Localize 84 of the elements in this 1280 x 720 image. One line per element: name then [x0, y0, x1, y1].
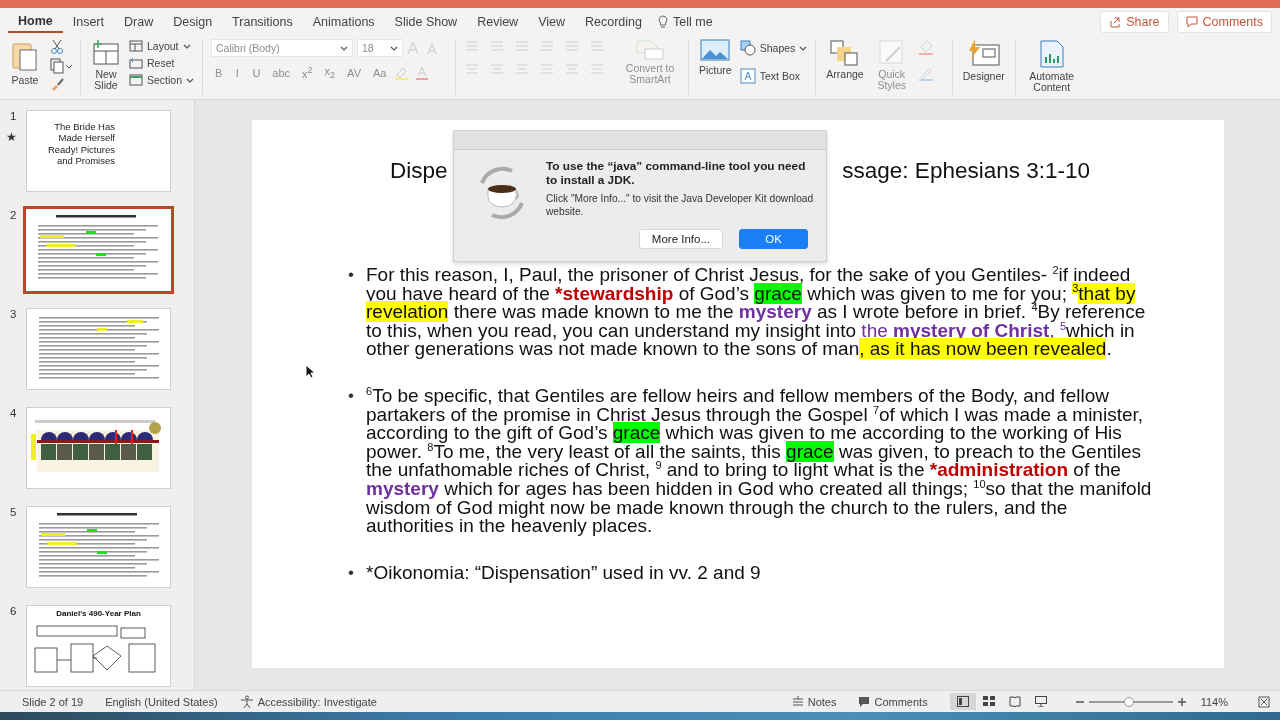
- quick-styles-icon: [877, 39, 906, 67]
- font-color-icon[interactable]: [414, 65, 431, 80]
- zoom-in-icon[interactable]: [1177, 697, 1186, 706]
- ribbon-tab[interactable]: Recording: [575, 10, 652, 33]
- normal-view-icon[interactable]: [949, 693, 976, 710]
- share-icon: [1109, 15, 1122, 28]
- bullet-paragraph: *Oikonomia: “Dispensation” used in vv. 2 and 9: [366, 563, 761, 583]
- bullet-paragraph: $^{6}$To be specific, that Gentiles are fellow heirs and fellow members of the Body, and fellow partakers of the promise in Christ Jesus through the Gospel $^{7}$of which I was made a minister, according to the gift of God’s grace which was given to me according to the working of His power. $^{8}$To me, the very least of all the saints, this grace was given, to preach to the Gentiles the unfathomable riches of Christ, $^{9}$ and to bring to light what is the *administration of the mystery which for ages has been hidden in God who created all things; $^{10}$so that the manifold wisdom of God might now be made known through the church to the rulers, and the authorities in the heavenly places.: [366, 386, 1153, 536]
- new-slide-button[interactable]: New Slide: [89, 39, 123, 91]
- fit-to-window-icon[interactable]: [1258, 695, 1270, 708]
- lightbulb-icon: [658, 14, 668, 29]
- bullet-icon: •: [348, 563, 356, 583]
- slide-title: Dispe: [390, 158, 448, 184]
- language-label[interactable]: English (United States): [105, 695, 218, 708]
- brush-icon[interactable]: [50, 77, 64, 91]
- dialog-title: To use the “java” command-line tool you need to install a JDK.: [546, 159, 807, 187]
- shapes-button[interactable]: Shapes: [739, 39, 808, 57]
- picture-icon: [700, 39, 731, 63]
- bullet-icon: •: [348, 266, 356, 359]
- shapes-icon: [739, 40, 756, 56]
- arrange-button[interactable]: Arrange: [824, 39, 866, 80]
- ribbon-tab[interactable]: View: [528, 10, 576, 33]
- accessibility-icon: [239, 694, 254, 709]
- copy-icon[interactable]: [50, 58, 72, 74]
- caret-icon: [182, 43, 191, 49]
- comments-status-button[interactable]: Comments: [858, 695, 928, 708]
- dialog-button[interactable]: OK: [739, 229, 808, 249]
- ribbon-tab[interactable]: Animations: [302, 10, 385, 33]
- share-button[interactable]: Share: [1100, 10, 1169, 33]
- ribbon-tab[interactable]: Home: [8, 10, 63, 33]
- text-box-icon: [739, 68, 756, 84]
- paste-button[interactable]: Paste: [6, 39, 44, 86]
- cursor-icon: [305, 364, 315, 379]
- caret-icon: [799, 45, 808, 51]
- star-icon: ★: [6, 130, 26, 144]
- notes-button[interactable]: Notes: [791, 695, 837, 708]
- new-slide-icon: [91, 39, 121, 67]
- scissors-icon[interactable]: [50, 39, 64, 55]
- ribbon-tab[interactable]: Insert: [62, 10, 114, 33]
- ribbon-tab[interactable]: Slide Show: [384, 10, 468, 33]
- slide-title: ssage: Ephesians 3:1-10: [842, 158, 1090, 184]
- slide-counter: Slide 2 of 19: [22, 695, 84, 708]
- zoom-percent[interactable]: 114%: [1200, 695, 1228, 708]
- picture-button[interactable]: Picture: [697, 39, 734, 76]
- ribbon-tab[interactable]: Design: [163, 10, 223, 33]
- slide-number: 1: [10, 110, 18, 122]
- slide-thumbnail[interactable]: [23, 206, 174, 294]
- comment-icon: [1185, 15, 1198, 28]
- section-icon: [129, 74, 143, 86]
- layout-button[interactable]: Layout: [129, 39, 195, 53]
- chart-document-icon: [1038, 39, 1065, 69]
- automate-content-button[interactable]: Automate Content: [1023, 39, 1080, 93]
- layout-icon: [129, 40, 143, 52]
- caret-icon: [340, 45, 349, 51]
- section-button[interactable]: Section: [129, 73, 195, 87]
- ribbon-tab[interactable]: Draw: [114, 10, 164, 33]
- caret-icon: [390, 45, 399, 51]
- accessibility-button[interactable]: Accessibility: Investigate: [239, 694, 377, 709]
- designer-icon: [966, 39, 1001, 69]
- thumbnail-title: The Bride Has Made Herself Ready! Pictures and Promises: [47, 121, 115, 167]
- text-box-button[interactable]: Text Box: [739, 67, 808, 85]
- slide-thumbnail[interactable]: The Bride Has Made Herself Ready! Pictures and Promises: [26, 110, 171, 192]
- comments-button[interactable]: Comments: [1176, 10, 1272, 33]
- reset-icon: [129, 57, 143, 69]
- slide-thumbnail[interactable]: Daniel's 490-Year Plan: [26, 605, 171, 687]
- dialog-button[interactable]: More Info...: [638, 229, 723, 249]
- smartart-icon: [635, 39, 666, 61]
- slide-number: 3: [10, 308, 18, 320]
- caret-icon: [186, 77, 195, 83]
- reset-button[interactable]: Reset: [129, 56, 195, 70]
- designer-button[interactable]: Designer: [960, 39, 1007, 82]
- thumbnail-title: Daniel's 490-Year Plan: [55, 609, 142, 618]
- arrange-icon: [829, 39, 861, 67]
- bullet-icon: •: [348, 386, 356, 536]
- tell-me-label[interactable]: Tell me: [673, 14, 713, 29]
- slide-number: 2: [10, 209, 18, 221]
- ribbon-tab[interactable]: Review: [467, 10, 529, 33]
- dialog-message: Click "More Info..." to visit the Java Developer Kit download website.: [546, 193, 815, 218]
- comment-icon: [858, 695, 871, 708]
- ribbon-tab[interactable]: Transitions: [222, 10, 303, 33]
- notes-icon: [791, 695, 804, 708]
- slide-number: 5: [10, 506, 18, 518]
- slide-number: 4: [10, 407, 18, 419]
- slide-number: 6: [10, 605, 18, 617]
